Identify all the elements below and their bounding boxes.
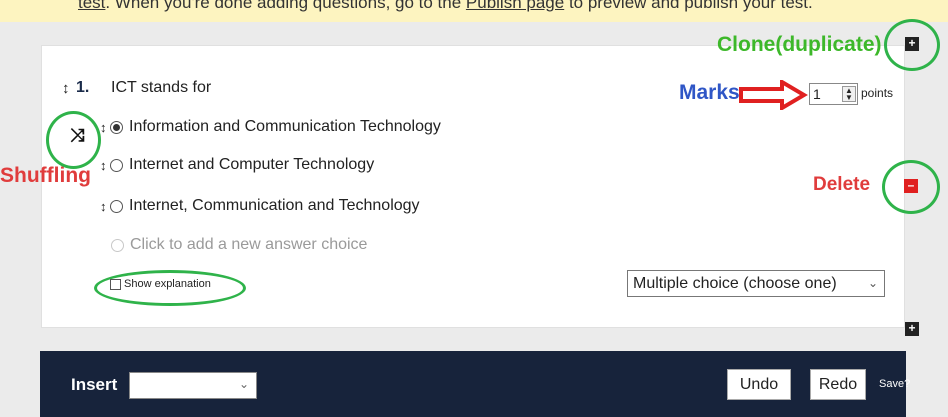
- add-answer-choice[interactable]: Click to add a new answer choice: [111, 234, 367, 256]
- notice-text: test. When you're done adding questions,…: [78, 0, 813, 13]
- marks-annotation: Marks: [679, 81, 740, 104]
- redo-button[interactable]: Redo: [810, 369, 866, 400]
- chevron-down-icon: ⌄: [867, 276, 878, 290]
- choice-drag-handle-icon[interactable]: ↕: [100, 120, 110, 135]
- choice-radio: [111, 238, 124, 252]
- show-explanation-checkbox[interactable]: Show explanation: [110, 278, 211, 290]
- choice-label: Internet and Computer Technology: [129, 156, 375, 173]
- insert-select[interactable]: ⌄: [129, 372, 257, 399]
- choice-label: Information and Communication Technology: [129, 118, 441, 135]
- question-type-value: Multiple choice (choose one): [633, 275, 837, 292]
- publish-page-link[interactable]: Publish page: [466, 0, 564, 12]
- choice-label: Internet, Communication and Technology: [129, 197, 420, 214]
- show-explanation-label: Show explanation: [124, 278, 211, 290]
- question-type-select[interactable]: Multiple choice (choose one) ⌄: [627, 270, 885, 297]
- add-choice-label: Click to add a new answer choice: [130, 236, 368, 253]
- add-question-button[interactable]: +: [905, 322, 919, 336]
- undo-button[interactable]: Undo: [727, 369, 791, 400]
- save-status[interactable]: Save?: [879, 378, 910, 390]
- answer-choice-2[interactable]: ↕ Internet and Computer Technology: [100, 154, 374, 176]
- choice-drag-handle-icon[interactable]: ↕: [100, 158, 110, 173]
- choice-drag-handle-icon[interactable]: ↕: [100, 199, 110, 214]
- points-label: points: [861, 86, 894, 100]
- notice-banner: test. When you're done adding questions,…: [0, 0, 948, 22]
- choice-radio[interactable]: [110, 158, 123, 172]
- notice-post-text: to preview and publish your test.: [564, 0, 813, 12]
- choice-radio[interactable]: [110, 199, 123, 213]
- notice-mid-text: . When you're done adding questions, go …: [105, 0, 466, 12]
- clone-highlight-circle: [884, 19, 940, 71]
- answer-choice-3[interactable]: ↕ Internet, Communication and Technology: [100, 195, 420, 217]
- insert-label: Insert: [71, 375, 118, 394]
- red-arrow-annotation: [739, 80, 808, 110]
- answer-choice-1[interactable]: ↕ Information and Communication Technolo…: [100, 116, 441, 138]
- marks-value: 1: [813, 86, 821, 102]
- choice-radio[interactable]: [110, 120, 123, 134]
- question-text[interactable]: ICT stands for: [111, 79, 211, 97]
- marks-input[interactable]: 1 ▲ ▼: [809, 83, 858, 105]
- question-number: 1.: [76, 79, 90, 96]
- question-drag-handle-icon[interactable]: ↕: [62, 80, 70, 97]
- explanation-checkbox[interactable]: [110, 278, 121, 290]
- delete-highlight-circle: [882, 160, 940, 214]
- clone-annotation: Clone(duplicate): [717, 33, 882, 56]
- marks-stepper[interactable]: ▲ ▼: [842, 86, 856, 102]
- shuffle-highlight-circle: [46, 111, 101, 169]
- chevron-down-icon: ⌄: [238, 377, 249, 391]
- delete-annotation: Delete: [813, 174, 871, 195]
- test-link[interactable]: test: [78, 0, 105, 12]
